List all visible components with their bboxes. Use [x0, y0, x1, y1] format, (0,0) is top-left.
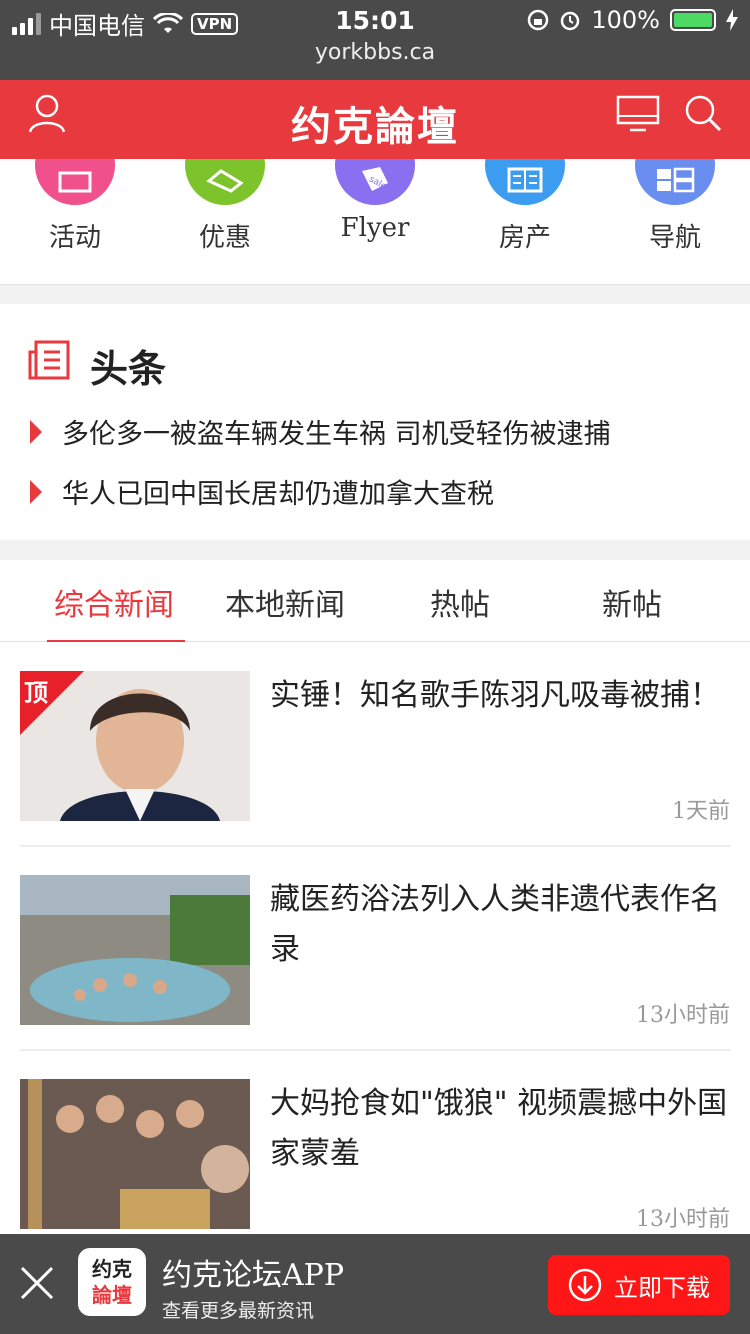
bullet-triangle-icon: [30, 419, 42, 444]
app-header: 约克論壇: [0, 80, 750, 159]
news-thumbnail: 顶: [20, 671, 250, 821]
quick-nav-label: Flyer: [340, 213, 410, 243]
download-button-label: 立即下载: [614, 1273, 710, 1302]
news-time: 13小时前: [636, 1003, 730, 1028]
news-title: 藏医药浴法列入人类非遗代表作名录: [270, 882, 720, 967]
newspaper-icon: [28, 340, 70, 380]
section-divider: [0, 540, 750, 560]
battery-percent: 100%: [591, 6, 660, 34]
news-thumbnail: [20, 1079, 250, 1229]
active-tab-indicator: [47, 640, 185, 642]
quick-nav-flyer[interactable]: sale Flyer: [300, 159, 450, 243]
building-icon: [485, 159, 565, 205]
quick-nav-label: 活动: [48, 223, 101, 253]
news-item[interactable]: 顶 实锤！知名歌手陈羽凡吸毒被捕！ 1天前: [20, 643, 730, 847]
download-button[interactable]: 立即下载: [548, 1255, 730, 1315]
charging-icon: [726, 9, 738, 31]
bullet-triangle-icon: [30, 479, 42, 504]
tab-general-news[interactable]: 综合新闻: [54, 580, 174, 624]
battery-icon: [670, 9, 716, 31]
app-icon: 约克 論壇: [78, 1248, 146, 1316]
news-item[interactable]: 藏医药浴法列入人类非遗代表作名录 13小时前: [20, 847, 730, 1051]
headlines-section: 头条 多伦多一被盗车辆发生车祸 司机受轻伤被逮捕 华人已回中国长居却仍遭加拿大查…: [0, 304, 750, 540]
tab-hot-posts[interactable]: 热帖: [430, 580, 490, 624]
headline-item[interactable]: 华人已回中国长居却仍遭加拿大查税: [30, 472, 494, 511]
pinned-badge-label: 顶: [24, 679, 48, 707]
news-time: 13小时前: [636, 1207, 730, 1232]
search-icon[interactable]: [684, 94, 724, 134]
headlines-title: 头条: [90, 347, 167, 391]
app-icon-line2: 論壇: [92, 1283, 132, 1307]
monitor-icon[interactable]: [616, 94, 660, 134]
quick-nav-property[interactable]: 房产: [450, 159, 600, 254]
app-download-banner: 约克 論壇 约克论坛APP 查看更多最新资讯 立即下载: [0, 1234, 750, 1334]
app-icon-line1: 约克: [92, 1257, 132, 1281]
news-item[interactable]: 大妈抢食如"饿狼" 视频震撼中外国家蒙羞 13小时前: [20, 1051, 730, 1255]
grid-icon: [635, 159, 715, 205]
headline-item[interactable]: 多伦多一被盗车辆发生车祸 司机受轻伤被逮捕: [30, 412, 611, 451]
headline-text: 华人已回中国长居却仍遭加拿大查税: [62, 479, 494, 510]
status-right: 100%: [527, 6, 738, 34]
sale-tag-icon: sale: [335, 159, 415, 205]
quick-nav-directory[interactable]: 导航: [600, 159, 750, 254]
tab-local-news[interactable]: 本地新闻: [225, 580, 345, 624]
news-title: 实锤！知名歌手陈羽凡吸毒被捕！: [270, 678, 720, 713]
close-icon[interactable]: [20, 1266, 54, 1300]
banner-subtitle: 查看更多最新资讯: [162, 1300, 315, 1322]
quick-nav-activity[interactable]: 活动: [0, 159, 150, 254]
status-bar: 中国电信 VPN 15:01 yorkbbs.ca 100%: [0, 0, 750, 80]
quick-nav-label: 房产: [498, 223, 551, 253]
rotation-lock-icon: [528, 9, 549, 31]
tab-new-posts[interactable]: 新帖: [602, 580, 662, 624]
section-divider: [0, 284, 750, 304]
news-title: 大妈抢食如"饿狼" 视频震撼中外国家蒙羞: [270, 1086, 728, 1171]
news-thumbnail: [20, 875, 250, 1025]
banner-title: 约克论坛APP: [162, 1258, 345, 1293]
quick-nav: 活动 优惠 sale Flyer 房产 导航: [0, 159, 750, 284]
headline-text: 多伦多一被盗车辆发生车祸 司机受轻伤被逮捕: [62, 419, 611, 450]
svg-text:sale: sale: [367, 174, 388, 192]
quick-nav-label: 优惠: [198, 223, 251, 253]
quick-nav-deals[interactable]: 优惠: [150, 159, 300, 254]
news-time: 1天前: [672, 799, 730, 824]
news-tabs: 综合新闻 本地新闻 热帖 新帖: [0, 560, 750, 642]
url-bar[interactable]: yorkbbs.ca: [0, 40, 750, 65]
quick-nav-label: 导航: [648, 223, 701, 253]
alarm-icon: [561, 11, 580, 31]
download-icon: [568, 1268, 602, 1302]
calendar-icon: [35, 159, 115, 205]
tag-icon: [185, 159, 265, 205]
